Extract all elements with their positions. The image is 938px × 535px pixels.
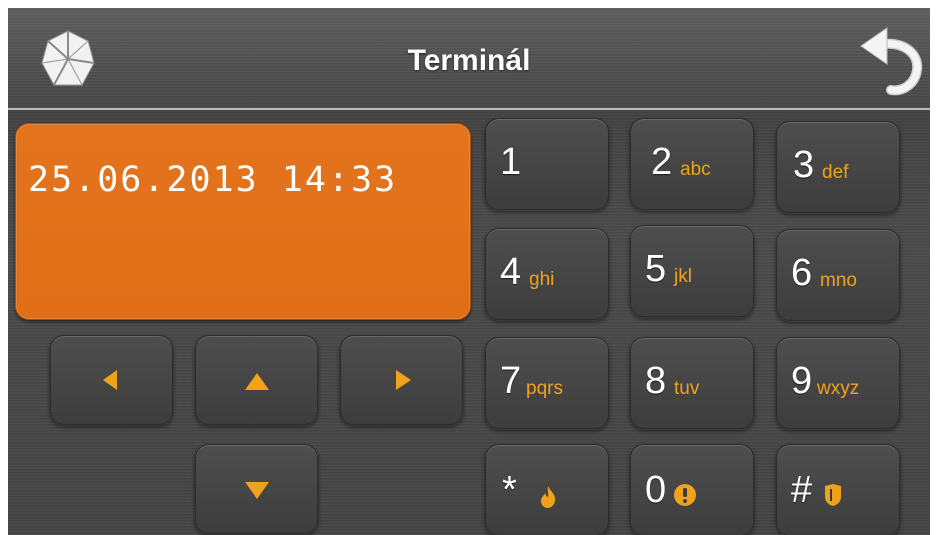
key-digit: 1 — [500, 141, 522, 183]
key-digit: 6 — [791, 252, 813, 294]
key-digit: 9 — [791, 360, 813, 402]
arrow-left-button[interactable] — [50, 335, 173, 425]
key-8[interactable]: 8 tuv — [630, 337, 754, 429]
key-letters: ghi — [529, 269, 555, 290]
arrow-down-icon — [245, 482, 269, 499]
key-digit: 3 — [793, 144, 815, 186]
header-bar: Terminál — [8, 8, 930, 110]
terminal-screen: Terminál 25.06.2013 14:33 1 2 abc 3 def … — [8, 8, 930, 535]
fire-icon — [541, 486, 556, 508]
key-letters: jkl — [674, 266, 692, 287]
key-4[interactable]: 4 ghi — [485, 228, 609, 320]
arrow-right-icon — [396, 370, 411, 390]
key-3[interactable]: 3 def — [776, 121, 900, 213]
lcd-display: 25.06.2013 14:33 — [15, 123, 471, 320]
key-0-alert[interactable]: 0 — [630, 444, 754, 535]
key-digit: 2 — [651, 141, 673, 183]
key-letters: wxyz — [817, 378, 860, 399]
arrow-up-button[interactable] — [195, 335, 318, 425]
key-7[interactable]: 7 pqrs — [485, 337, 609, 429]
key-digit: 7 — [500, 360, 522, 402]
key-letters: abc — [680, 159, 711, 180]
key-digit: 4 — [500, 251, 522, 293]
key-5[interactable]: 5 jkl — [630, 225, 754, 317]
key-9[interactable]: 9 wxyz — [776, 337, 900, 429]
display-datetime: 25.06.2013 14:33 — [28, 160, 398, 200]
arrow-left-icon — [103, 370, 117, 390]
key-letters: pqrs — [526, 378, 563, 399]
key-letters: tuv — [674, 378, 700, 399]
panic-shield-icon — [825, 484, 841, 506]
arrow-right-button[interactable] — [340, 335, 463, 425]
alert-icon — [674, 484, 696, 506]
back-arrow-icon[interactable] — [853, 24, 925, 96]
arrow-down-button[interactable] — [195, 444, 318, 534]
key-2[interactable]: 2 abc — [630, 118, 754, 210]
key-letters: def — [822, 162, 849, 183]
key-digit: * — [502, 469, 517, 511]
key-star-fire[interactable]: * — [485, 444, 609, 535]
key-hash-panic[interactable]: # — [776, 444, 900, 535]
key-digit: 8 — [645, 360, 667, 402]
key-letters: mno — [820, 270, 857, 291]
key-6[interactable]: 6 mno — [776, 229, 900, 321]
key-digit: 0 — [645, 469, 667, 511]
page-title: Terminál — [407, 44, 531, 77]
arrow-up-icon — [245, 373, 269, 390]
key-digit: 5 — [645, 248, 667, 290]
key-1[interactable]: 1 — [485, 118, 609, 210]
key-digit: # — [791, 469, 813, 511]
